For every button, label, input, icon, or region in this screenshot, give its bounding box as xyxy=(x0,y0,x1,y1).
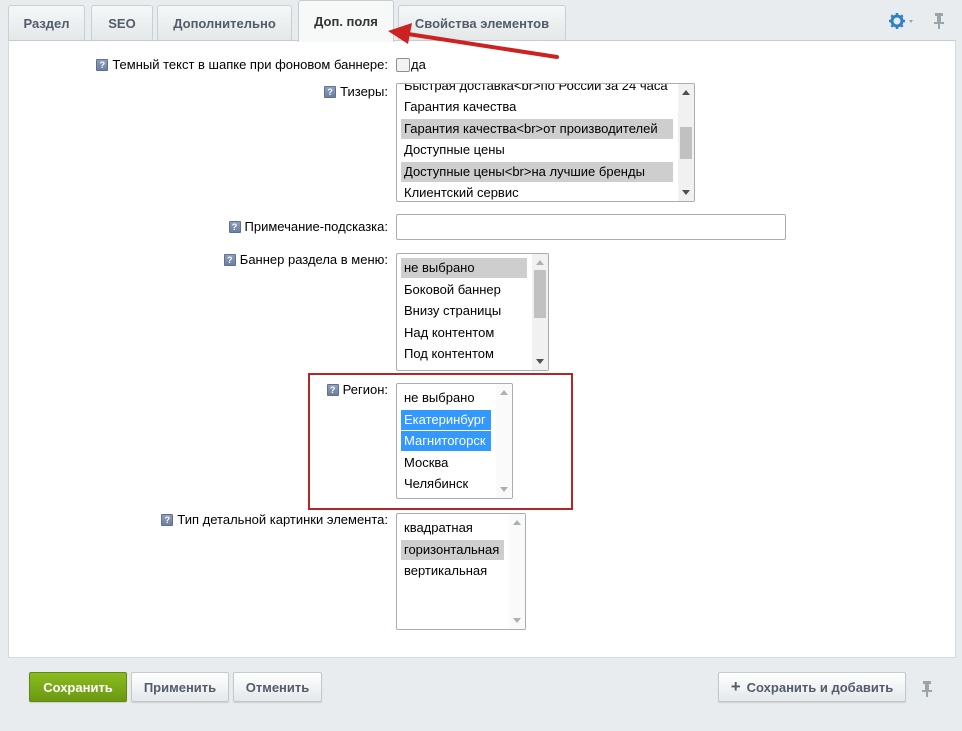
note-hint-input[interactable] xyxy=(396,214,786,240)
scroll-down-icon[interactable] xyxy=(513,618,521,623)
scroll-down-icon[interactable] xyxy=(682,190,690,195)
menu-banner-label: ? Баннер раздела в меню: xyxy=(223,252,388,267)
scroll-thumb[interactable] xyxy=(534,270,546,318)
select-option[interactable]: не выбрано xyxy=(401,388,475,408)
select-option[interactable]: не выбрано xyxy=(401,258,527,278)
scrollbar[interactable] xyxy=(678,84,694,201)
select-option[interactable]: Под контентом xyxy=(401,344,494,364)
tab-extra-fields[interactable]: Доп. поля xyxy=(298,0,394,42)
region-label-text: Регион: xyxy=(342,382,388,397)
select-option[interactable]: Челябинск xyxy=(401,474,468,494)
help-icon[interactable]: ? xyxy=(228,220,241,233)
dark-text-checkbox[interactable] xyxy=(396,58,410,72)
help-icon[interactable]: ? xyxy=(96,58,109,71)
tab-additional[interactable]: Дополнительно xyxy=(157,5,292,40)
scroll-down-icon[interactable] xyxy=(500,487,508,492)
detail-picture-type-label-text: Тип детальной картинки элемента: xyxy=(177,512,388,527)
apply-button[interactable]: Применить xyxy=(131,672,229,702)
help-icon[interactable]: ? xyxy=(161,513,174,526)
help-icon[interactable]: ? xyxy=(223,253,236,266)
tab-seo[interactable]: SEO xyxy=(91,5,153,40)
select-option[interactable]: Гарантия качества<br>от производителей xyxy=(401,119,673,139)
dark-text-label: ? Темный текст в шапке при фоновом банне… xyxy=(96,57,388,72)
note-hint-label-text: Примечание-подсказка: xyxy=(244,219,388,234)
select-option[interactable]: горизонтальная xyxy=(401,540,504,560)
select-option[interactable]: Клиентский сервис xyxy=(401,183,519,201)
menu-banner-select[interactable]: не выбрано Боковой баннер Внизу страницы… xyxy=(396,253,549,371)
tab-element-properties[interactable]: Свойства элементов xyxy=(398,5,566,40)
select-option[interactable]: Доступные цены<br>на лучшие бренды xyxy=(401,162,673,182)
dark-text-label-text: Темный текст в шапке при фоновом баннере… xyxy=(112,57,388,72)
select-option[interactable]: Москва xyxy=(401,453,448,473)
select-option[interactable]: Над контентом xyxy=(401,323,494,343)
region-label: ? Регион: xyxy=(326,382,388,397)
scroll-up-icon[interactable] xyxy=(500,390,508,395)
cancel-button[interactable]: Отменить xyxy=(233,672,322,702)
region-select[interactable]: не выбрано Екатеринбург Магнитогорск Мос… xyxy=(396,383,513,499)
select-option[interactable]: Гарантия качества xyxy=(401,97,516,117)
save-and-add-label: Сохранить и добавить xyxy=(746,679,894,695)
save-button[interactable]: Сохранить xyxy=(29,672,127,702)
dark-text-checkbox-label: да xyxy=(411,57,426,72)
scroll-thumb[interactable] xyxy=(680,127,692,159)
pin-icon[interactable] xyxy=(932,12,946,30)
scroll-down-icon[interactable] xyxy=(536,359,544,364)
gear-icon[interactable] xyxy=(888,12,916,30)
teasers-label: ? Тизеры: xyxy=(324,84,388,99)
scrollbar[interactable] xyxy=(532,254,548,370)
scrollbar[interactable] xyxy=(509,514,525,629)
tab-bar: Раздел SEO Дополнительно Доп. поля Свойс… xyxy=(0,0,962,42)
detail-picture-type-label: ? Тип детальной картинки элемента: xyxy=(161,512,388,527)
plus-icon: + xyxy=(730,677,741,696)
help-icon[interactable]: ? xyxy=(326,383,339,396)
tab-section[interactable]: Раздел xyxy=(8,5,85,40)
scrollbar[interactable] xyxy=(496,384,512,498)
select-option[interactable]: квадратная xyxy=(401,518,473,538)
detail-picture-type-select[interactable]: квадратная горизонтальная вертикальная xyxy=(396,513,526,630)
select-option[interactable]: Екатеринбург xyxy=(401,410,491,430)
select-option[interactable]: вертикальная xyxy=(401,561,487,581)
teasers-label-text: Тизеры: xyxy=(340,84,388,99)
save-and-add-button[interactable]: + Сохранить и добавить xyxy=(718,672,906,702)
scroll-up-icon[interactable] xyxy=(513,520,521,525)
menu-banner-label-text: Баннер раздела в меню: xyxy=(239,252,388,267)
scroll-up-icon[interactable] xyxy=(682,90,690,95)
help-icon[interactable]: ? xyxy=(324,85,337,98)
pin-icon[interactable] xyxy=(920,680,934,698)
select-option[interactable]: Внизу страницы xyxy=(401,301,501,321)
select-option[interactable]: Магнитогорск xyxy=(401,431,491,451)
teasers-select[interactable]: Быстрая доставка<br>по России за 24 часа… xyxy=(396,83,695,202)
note-hint-label: ? Примечание-подсказка: xyxy=(228,219,388,234)
select-option[interactable]: Доступные цены xyxy=(401,140,505,160)
scroll-up-icon[interactable] xyxy=(536,260,544,265)
select-option[interactable]: Быстрая доставка<br>по России за 24 часа xyxy=(401,84,668,96)
select-option[interactable]: Боковой баннер xyxy=(401,280,501,300)
